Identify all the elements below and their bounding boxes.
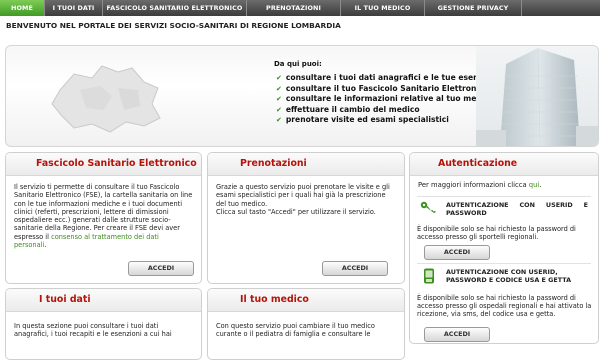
card-tuo-medico: Il tuo medico Con questo servizio puoi c…	[207, 288, 405, 360]
card-header: Il tuo medico	[208, 289, 404, 312]
skyscraper-image	[476, 46, 598, 146]
accedi-userid-button[interactable]: ACCEDI	[424, 245, 490, 260]
card-tuoi-dati: I tuoi dati In questa sezione puoi consu…	[5, 288, 202, 360]
option2-text: È disponibile solo se hai richiesto la p…	[417, 294, 592, 319]
option1-title: AUTENTICAZIONE CON USERID E PASSWORD	[446, 201, 588, 217]
nav-filler	[522, 0, 600, 16]
check-icon: ✔	[276, 116, 282, 125]
top-nav: HOME I TUOI DATI FASCICOLO SANITARIO ELE…	[0, 0, 600, 16]
check-icon: ✔	[276, 84, 282, 93]
card-title: I tuoi dati	[39, 294, 91, 305]
card-header: Fascicolo Sanitario Elettronico	[6, 153, 201, 176]
card-body: Per maggiori informazioni clicca qui.	[410, 176, 598, 189]
option2-title: AUTENTICAZIONE CON USERID, PASSWORD E CO…	[446, 268, 572, 284]
card-title: Autenticazione	[438, 158, 518, 169]
card-text: Con questo servizio puoi cambiare il tuo…	[216, 322, 375, 339]
tab-gestione-privacy[interactable]: GESTIONE PRIVACY	[425, 0, 522, 16]
key-icon	[420, 201, 436, 213]
check-icon: ✔	[276, 95, 282, 104]
welcome-title: BENVENUTO NEL PORTALE DEI SERVIZI SOCIO-…	[6, 21, 341, 30]
accedi-fse-button[interactable]: ACCEDI	[128, 261, 194, 276]
card-text-2: Clicca sul tasto "Accedi" per utilizzare…	[216, 207, 376, 216]
card-body: Il servizio ti permette di consultare il…	[6, 176, 201, 249]
card-title: Il tuo medico	[240, 294, 309, 305]
tab-i-tuoi-dati[interactable]: I TUOI DATI	[45, 0, 103, 16]
tab-prenotazioni[interactable]: PRENOTAZIONI	[247, 0, 341, 16]
mobile-phone-icon	[424, 268, 434, 284]
check-icon: ✔	[276, 105, 282, 114]
info-line: Per maggiori informazioni clicca qui.	[418, 181, 542, 189]
card-text: In questa sezione puoi consultare i tuoi…	[14, 322, 172, 339]
tab-fascicolo-sanitario-elettronico[interactable]: FASCICOLO SANITARIO ELETTRONICO	[103, 0, 247, 16]
card-text-end: .	[44, 241, 47, 250]
tab-il-tuo-medico[interactable]: IL TUO MEDICO	[341, 0, 425, 16]
hero-panel: Da qui puoi: ✔ consultare i tuoi dati ana…	[5, 45, 599, 147]
divider	[417, 263, 591, 264]
card-prenotazioni: Prenotazioni Grazie a questo servizio pu…	[207, 152, 405, 284]
card-autenticazione: Autenticazione Per maggiori informazioni…	[409, 152, 599, 344]
option1-text: È disponibile solo se hai richiesto la p…	[417, 225, 576, 242]
accedi-codice-button[interactable]: ACCEDI	[424, 327, 490, 342]
hero-intro: Da qui puoi:	[274, 60, 322, 68]
accedi-prenotazioni-button[interactable]: ACCEDI	[322, 261, 388, 276]
card-fascicolo: Fascicolo Sanitario Elettronico Il servi…	[5, 152, 202, 284]
card-header: I tuoi dati	[6, 289, 201, 312]
card-header: Prenotazioni	[208, 153, 404, 176]
card-title: Prenotazioni	[240, 158, 307, 169]
card-text: Grazie a questo servizio puoi prenotare …	[216, 183, 390, 208]
info-link[interactable]: qui	[529, 181, 540, 189]
tab-home[interactable]: HOME	[0, 0, 45, 16]
card-title: Fascicolo Sanitario Elettronico	[36, 158, 197, 169]
divider	[417, 196, 591, 197]
lombardia-map-image	[51, 65, 161, 133]
card-body: Grazie a questo servizio puoi prenotare …	[208, 176, 404, 216]
check-icon: ✔	[276, 74, 282, 82]
card-header: Autenticazione	[410, 153, 598, 176]
